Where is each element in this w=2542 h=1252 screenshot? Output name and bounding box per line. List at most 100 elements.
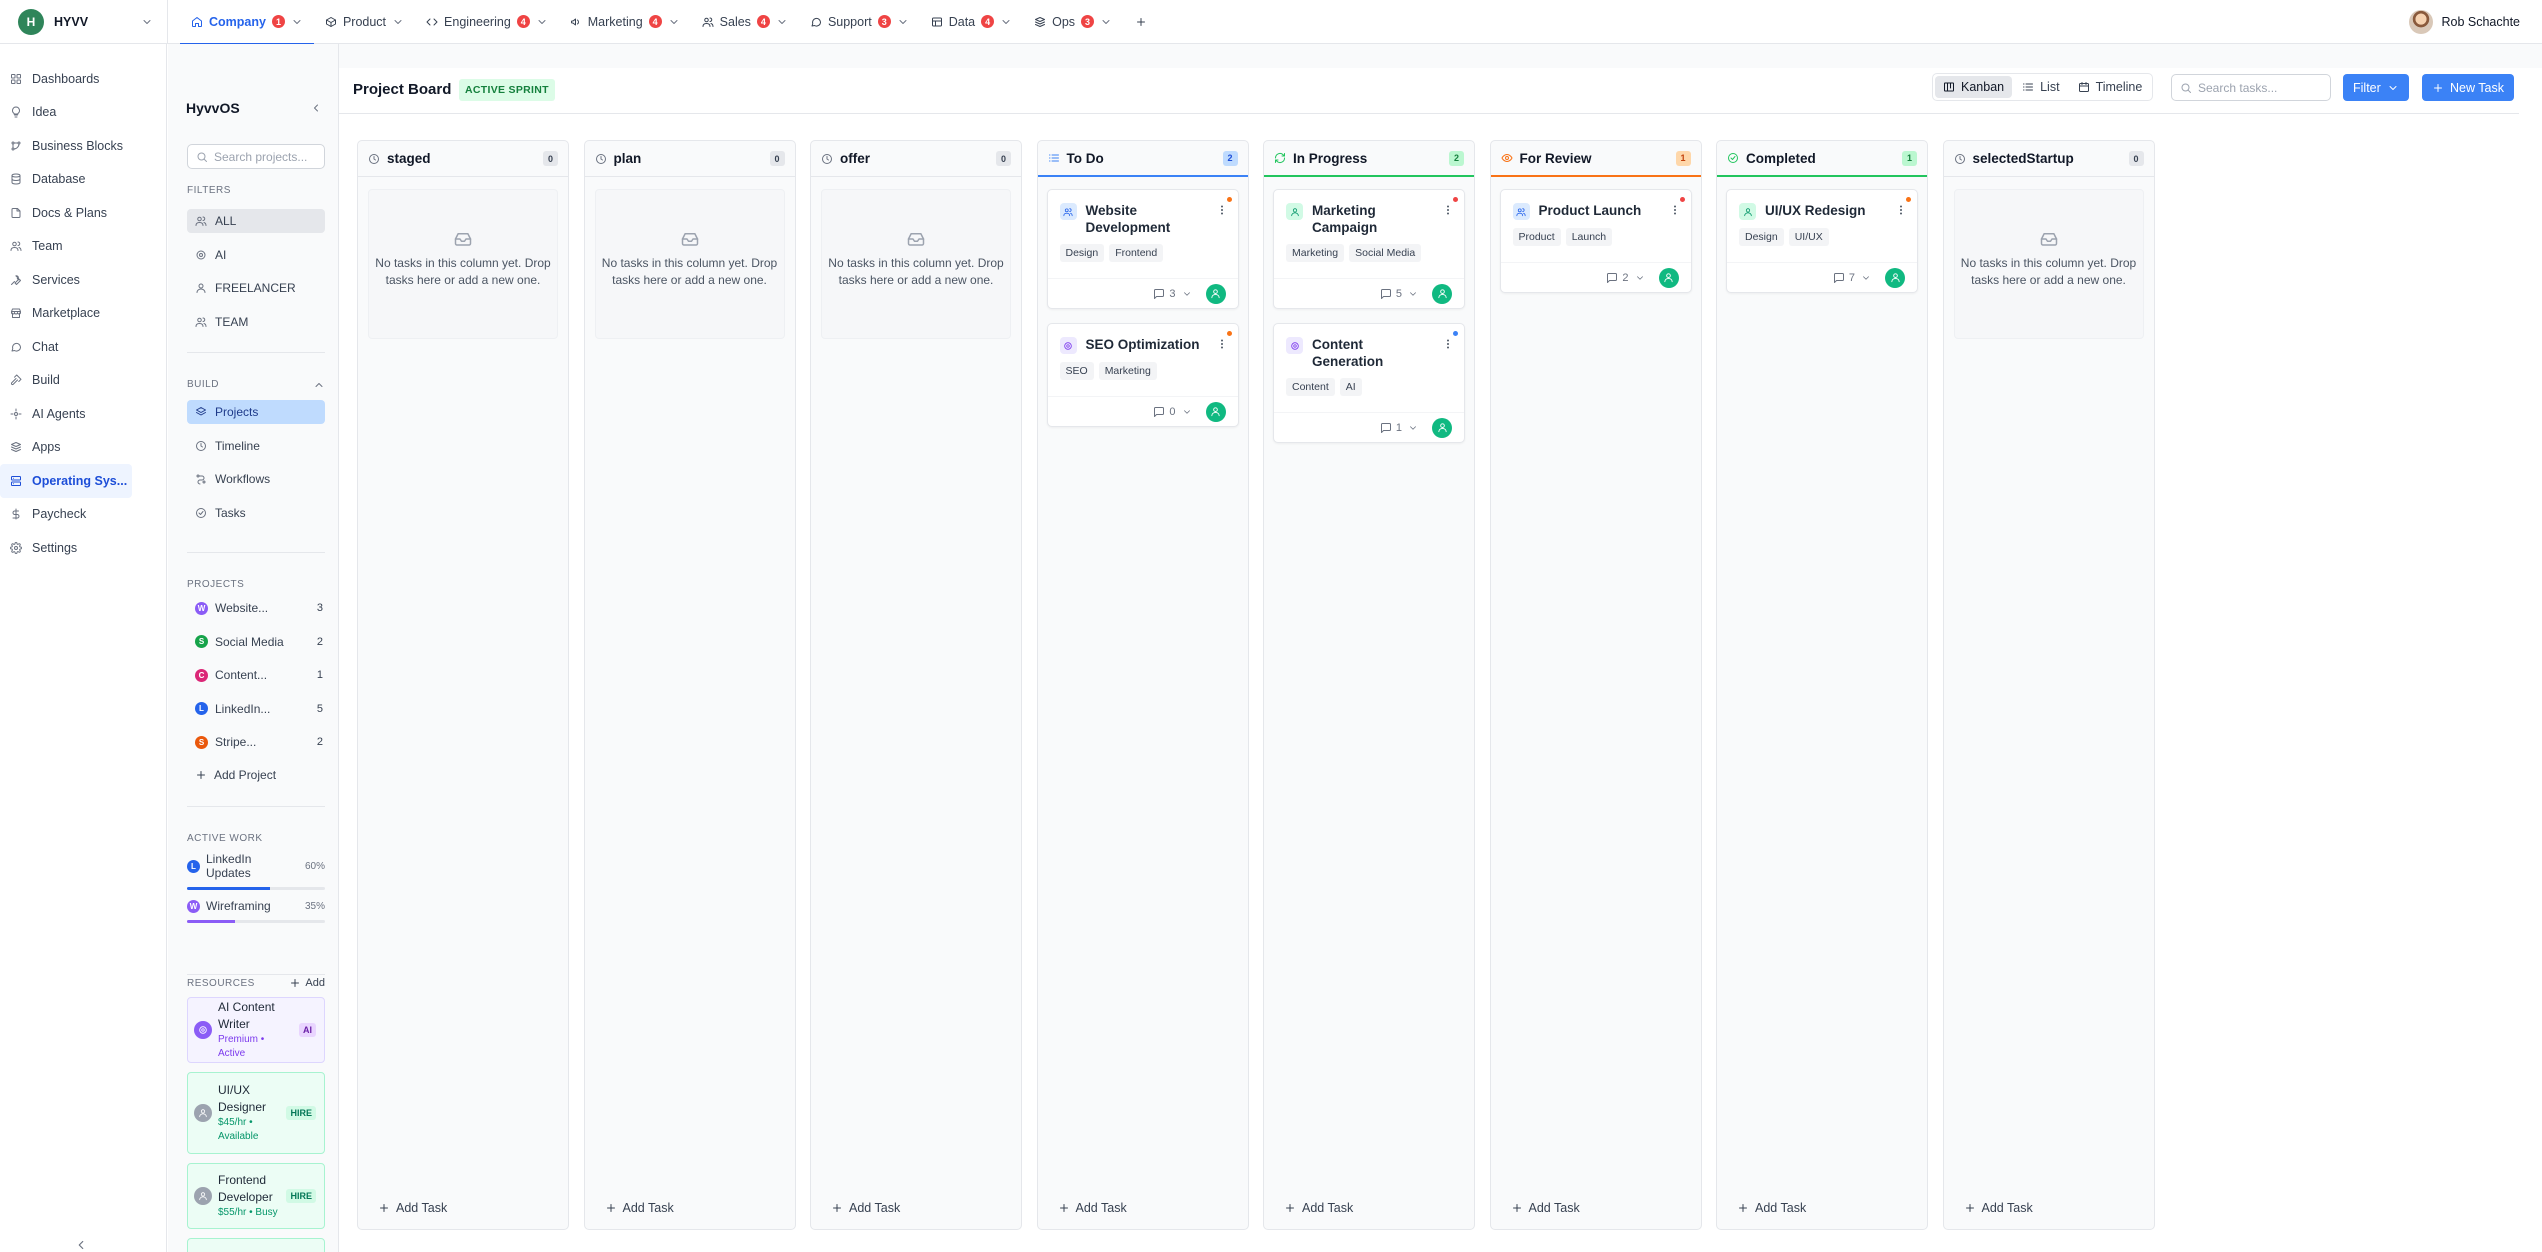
nav-item-apps[interactable]: Apps xyxy=(0,431,166,465)
assignee-avatar[interactable] xyxy=(1432,417,1452,438)
add-task-button[interactable]: Add Task xyxy=(1284,1201,1353,1215)
comments-button[interactable]: 1 xyxy=(1380,422,1402,434)
resource-card[interactable]: UI/UX Designer $45/hr • Available HIRE xyxy=(187,1072,325,1154)
new-task-button[interactable]: New Task xyxy=(2422,74,2514,101)
resource-card[interactable]: Frontend Developer $55/hr • Busy HIRE xyxy=(187,1163,325,1229)
tab-data[interactable]: Data 4 xyxy=(920,0,1023,44)
nav-item-operating-sys[interactable]: Operating Sys... xyxy=(0,464,132,498)
column-header[interactable]: To Do 2 xyxy=(1037,141,1248,177)
task-search-input[interactable]: Search tasks... xyxy=(2171,74,2331,101)
chevron-down-icon[interactable] xyxy=(1182,407,1192,417)
build-item-timeline[interactable]: Timeline xyxy=(187,434,325,458)
task-card[interactable]: SEO Optimization SEO Marketing 0 xyxy=(1046,323,1239,427)
tab-support[interactable]: Support 3 xyxy=(799,0,920,44)
comments-button[interactable]: 5 xyxy=(1380,288,1402,300)
chevron-down-icon[interactable] xyxy=(1408,289,1418,299)
project-item[interactable]: W Website... 3 xyxy=(187,596,325,620)
user-menu[interactable]: Rob Schachte xyxy=(2409,0,2520,44)
filter-freelancer[interactable]: FREELANCER xyxy=(187,276,325,300)
nav-item-docs-plans[interactable]: Docs & Plans xyxy=(0,196,166,230)
column-header[interactable]: Completed 1 xyxy=(1717,141,1927,177)
tab-company[interactable]: Company 1 xyxy=(180,0,314,45)
build-heading[interactable]: BUILD xyxy=(187,379,325,391)
tab-marketing[interactable]: Marketing 4 xyxy=(559,0,691,44)
assignee-avatar[interactable] xyxy=(1885,267,1905,288)
add-tab-button[interactable] xyxy=(1123,0,1159,44)
tab-engineering[interactable]: Engineering 4 xyxy=(415,0,559,44)
nav-item-marketplace[interactable]: Marketplace xyxy=(0,297,166,331)
comments-button[interactable]: 3 xyxy=(1153,288,1176,300)
nav-item-chat[interactable]: Chat xyxy=(0,330,166,364)
nav-item-dashboards[interactable]: Dashboards xyxy=(0,62,166,96)
task-card[interactable]: Product Launch Product Launch 2 xyxy=(1499,189,1692,293)
nav-item-team[interactable]: Team xyxy=(0,230,166,264)
tab-sales[interactable]: Sales 4 xyxy=(691,0,799,44)
add-task-button[interactable]: Add Task xyxy=(831,1201,900,1215)
filter-ai[interactable]: AI xyxy=(187,243,325,267)
comments-button[interactable]: 2 xyxy=(1606,272,1629,284)
task-card[interactable]: UI/UX Redesign Design UI/UX 7 xyxy=(1726,189,1918,293)
workspace-switcher[interactable]: H HYVV xyxy=(0,0,168,44)
column-header[interactable]: selectedStartup 0 xyxy=(1943,141,2154,177)
chevron-down-icon[interactable] xyxy=(1408,423,1418,433)
more-vertical-icon[interactable] xyxy=(1216,204,1228,216)
task-card[interactable]: Website Development Design Frontend 3 xyxy=(1046,189,1239,309)
build-item-tasks[interactable]: Tasks xyxy=(187,501,325,525)
nav-item-build[interactable]: Build xyxy=(0,364,166,398)
add-task-button[interactable]: Add Task xyxy=(1058,1201,1127,1215)
add-task-button[interactable]: Add Task xyxy=(1511,1201,1580,1215)
task-card[interactable]: Content Generation Content AI 1 xyxy=(1273,323,1465,443)
add-resource-button[interactable]: Add xyxy=(289,977,325,989)
column-header[interactable]: In Progress 2 xyxy=(1264,141,1474,177)
nav-item-paycheck[interactable]: Paycheck xyxy=(0,498,166,532)
filter-button[interactable]: Filter xyxy=(2343,74,2409,101)
resource-card[interactable] xyxy=(187,1238,325,1252)
task-card[interactable]: Marketing Campaign Marketing Social Media 5 xyxy=(1273,189,1465,309)
add-task-button[interactable]: Add Task xyxy=(1964,1201,2033,1215)
nav-item-settings[interactable]: Settings xyxy=(0,531,166,565)
comments-button[interactable]: 0 xyxy=(1153,406,1176,418)
more-vertical-icon[interactable] xyxy=(1895,204,1907,216)
build-item-workflows[interactable]: Workflows xyxy=(187,467,325,491)
assignee-avatar[interactable] xyxy=(1205,283,1226,304)
more-vertical-icon[interactable] xyxy=(1669,204,1681,216)
nav-item-ai-agents[interactable]: AI Agents xyxy=(0,397,166,431)
nav-item-idea[interactable]: Idea xyxy=(0,96,166,130)
kanban-view-button[interactable]: Kanban xyxy=(1935,76,2013,98)
add-project-button[interactable]: Add Project xyxy=(187,763,325,787)
column-header[interactable]: plan 0 xyxy=(584,141,795,177)
add-task-button[interactable]: Add Task xyxy=(378,1201,447,1215)
nav-item-business-blocks[interactable]: Business Blocks xyxy=(0,129,166,163)
chevron-left-icon[interactable] xyxy=(74,1238,88,1252)
column-header[interactable]: For Review 1 xyxy=(1490,141,1701,177)
column-header[interactable]: staged 0 xyxy=(358,141,568,177)
project-item[interactable]: S Social Media 2 xyxy=(187,630,325,654)
active-work-item[interactable]: W Wireframing 35% xyxy=(187,899,325,923)
project-search-input[interactable]: Search projects... xyxy=(187,144,325,169)
column-header[interactable]: offer 0 xyxy=(811,141,1021,177)
add-task-button[interactable]: Add Task xyxy=(605,1201,674,1215)
more-vertical-icon[interactable] xyxy=(1216,338,1228,350)
more-vertical-icon[interactable] xyxy=(1442,338,1454,350)
resource-card[interactable]: AI Content Writer Premium • Active AI xyxy=(187,997,325,1063)
chevron-down-icon[interactable] xyxy=(1182,289,1192,299)
nav-item-database[interactable]: Database xyxy=(0,163,166,197)
project-item[interactable]: C Content... 1 xyxy=(187,663,325,687)
nav-item-services[interactable]: Services xyxy=(0,263,166,297)
chevron-down-icon[interactable] xyxy=(1861,273,1871,283)
tab-ops[interactable]: Ops 3 xyxy=(1023,0,1123,44)
project-item[interactable]: S Stripe... 2 xyxy=(187,730,325,754)
assignee-avatar[interactable] xyxy=(1432,283,1452,304)
build-item-projects[interactable]: Projects xyxy=(187,400,325,424)
collapse-sidebar-icon[interactable] xyxy=(310,102,322,114)
filter-team[interactable]: TEAM xyxy=(187,310,325,334)
list-view-button[interactable]: List xyxy=(2014,76,2067,98)
active-work-item[interactable]: L LinkedIn Updates 60% xyxy=(187,852,325,890)
add-task-button[interactable]: Add Task xyxy=(1737,1201,1806,1215)
timeline-view-button[interactable]: Timeline xyxy=(2070,76,2151,98)
assignee-avatar[interactable] xyxy=(1658,267,1679,288)
tab-product[interactable]: Product xyxy=(314,0,415,44)
project-item[interactable]: L LinkedIn... 5 xyxy=(187,697,325,721)
assignee-avatar[interactable] xyxy=(1205,401,1226,422)
filter-all[interactable]: ALL xyxy=(187,209,325,233)
